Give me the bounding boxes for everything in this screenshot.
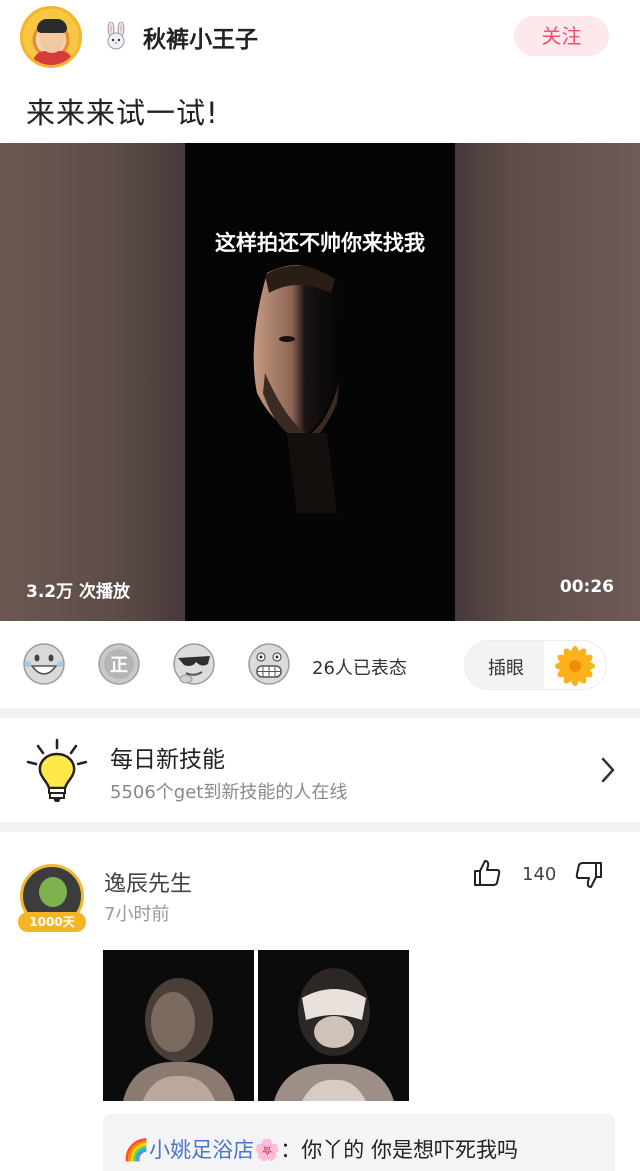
grinning-face-icon[interactable] <box>22 642 66 686</box>
photo-image <box>123 978 235 1101</box>
cool-sunglasses-face-icon[interactable] <box>172 642 216 686</box>
comment-photo[interactable] <box>103 950 254 1101</box>
skill-title: 每日新技能 <box>110 747 225 773</box>
reply-line: 🌈小姚足浴店🌸：你丫的 你是想吓死我吗 <box>123 1134 518 1164</box>
avatar-shirt <box>33 51 73 65</box>
commenter-name[interactable]: 逸辰先生 <box>104 866 192 898</box>
zheng-badge-icon[interactable]: 正 <box>97 642 141 686</box>
insert-eye-button[interactable]: 插眼 <box>464 640 607 690</box>
daily-skill-card[interactable]: 每日新技能 5506个get到新技能的人在线 <box>0 718 640 822</box>
days-badge: 1000天 <box>18 912 86 932</box>
comment-time: 7小时前 <box>104 904 170 925</box>
chevron-right-icon[interactable] <box>600 756 616 784</box>
reaction-count[interactable]: 26人已表态 <box>312 654 407 680</box>
skill-subtitle: 5506个get到新技能的人在线 <box>110 782 348 803</box>
avatar-hair <box>37 19 67 33</box>
follow-button[interactable]: 关注 <box>514 16 609 56</box>
post-header: 秋裤小王子 关注 <box>0 0 640 78</box>
username[interactable]: 秋裤小王子 <box>143 20 258 54</box>
flower-slot <box>544 641 606 689</box>
svg-text:正: 正 <box>110 655 128 676</box>
reply-text: 你丫的 你是想吓死我吗 <box>301 1138 518 1162</box>
user-avatar[interactable] <box>20 6 82 68</box>
thumbs-up-icon[interactable] <box>472 858 502 888</box>
comment-item: 1000天 逸辰先生 7小时前 140 🌈小姚足浴店🌸：你丫的 你是想吓死我吗 <box>0 832 640 1171</box>
play-count: 3.2万 次播放 <box>26 582 131 602</box>
post-title: 来来来试一试! <box>26 96 219 130</box>
thumbs-down-icon[interactable] <box>574 860 604 890</box>
comment-photo[interactable] <box>258 950 409 1101</box>
flower-icon <box>555 646 595 686</box>
reply-author[interactable]: 🌈小姚足浴店🌸 <box>123 1138 280 1162</box>
video-face-image <box>253 265 339 513</box>
insert-eye-label: 插眼 <box>488 658 524 679</box>
video-player[interactable]: 这样拍还不帅你来找我 3.2万 次播放 00:26 <box>0 143 640 621</box>
rabbit-icon <box>107 22 125 50</box>
light-bulb-icon <box>26 738 88 802</box>
video-frame: 这样拍还不帅你来找我 <box>185 143 455 621</box>
section-divider <box>0 708 640 718</box>
grimacing-face-icon[interactable] <box>247 642 291 686</box>
reply-separator: ： <box>280 1138 302 1162</box>
avatar-figure <box>39 877 67 907</box>
photo-image <box>274 968 394 1101</box>
like-count: 140 <box>522 864 557 885</box>
reaction-bar: 正 26人已表态 插眼 <box>0 622 640 708</box>
section-divider <box>0 822 640 832</box>
reply-preview[interactable]: 🌈小姚足浴店🌸：你丫的 你是想吓死我吗 <box>103 1114 615 1171</box>
video-duration: 00:26 <box>559 577 614 597</box>
